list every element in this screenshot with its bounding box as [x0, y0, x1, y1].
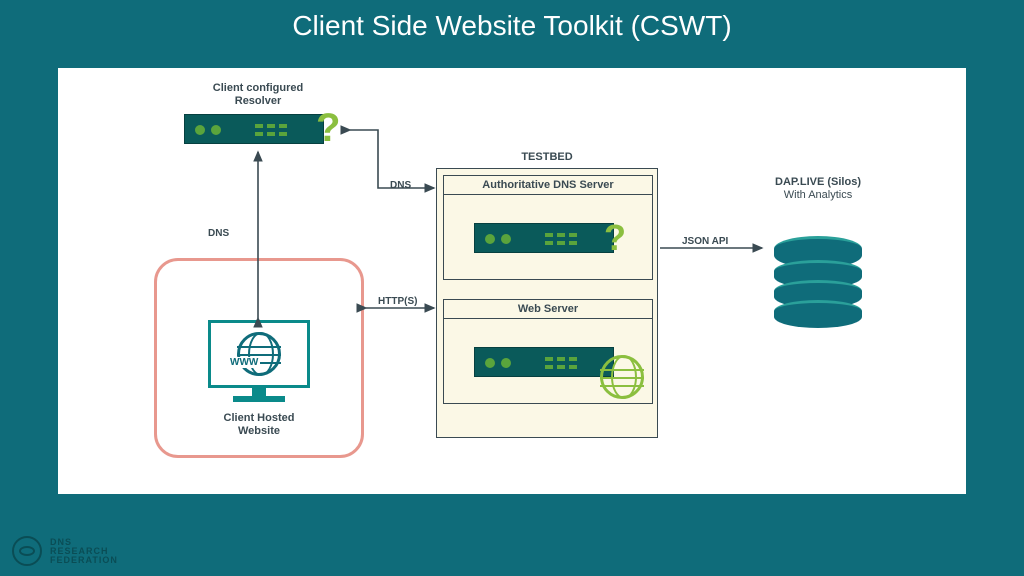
- question-mark-icon: ?: [316, 106, 340, 151]
- page-title: Client Side Website Toolkit (CSWT): [0, 0, 1024, 42]
- dns-server-icon: [474, 223, 614, 253]
- edge-dns-horizontal: DNS: [390, 180, 411, 191]
- dns-server-label: Authoritative DNS Server: [444, 176, 652, 195]
- web-server-icon: [474, 347, 614, 377]
- edge-json-api: JSON API: [682, 236, 728, 247]
- globe-icon: [600, 355, 644, 399]
- web-server-label: Web Server: [444, 300, 652, 319]
- resolver-server-icon: [184, 114, 324, 144]
- database-icon: [774, 236, 862, 328]
- www-badge: WWW: [228, 357, 260, 368]
- diagram-canvas: Client configured Resolver ? WWW Client …: [58, 68, 966, 494]
- globe-icon: [237, 332, 281, 376]
- db-title: DAP.LIVE (Silos) With Analytics: [748, 176, 888, 202]
- question-mark-icon: ?: [604, 217, 626, 259]
- logo-icon: [12, 536, 42, 566]
- edge-dns-vertical: DNS: [208, 228, 229, 239]
- testbed-region: TESTBED Authoritative DNS Server ? Web S…: [436, 168, 658, 438]
- testbed-title: TESTBED: [437, 151, 657, 163]
- client-label: Client Hosted Website: [198, 412, 320, 438]
- footer-logo: DNS RESEARCH FEDERATION: [12, 536, 118, 566]
- resolver-label: Client configured Resolver: [178, 82, 338, 108]
- edge-https: HTTP(S): [378, 296, 417, 307]
